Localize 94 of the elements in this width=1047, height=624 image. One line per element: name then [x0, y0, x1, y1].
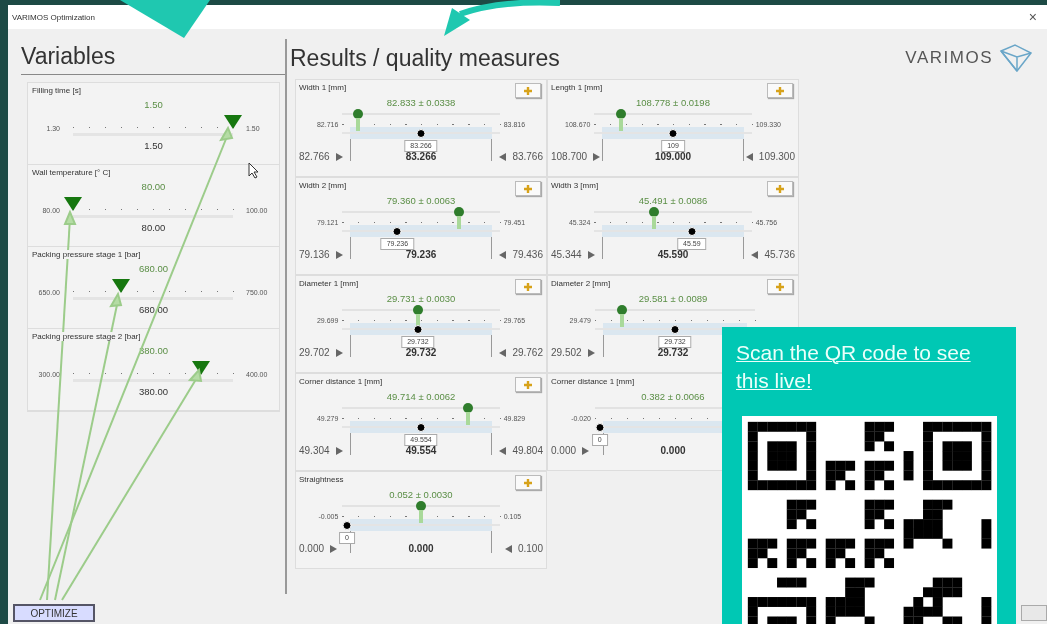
plus-icon	[523, 477, 533, 488]
variable-label: Packing pressure stage 1 [bar]	[32, 250, 141, 259]
target-value: 45.590	[657, 249, 689, 260]
triangle-icon	[335, 152, 343, 161]
result-label: Width 1 [mm]	[299, 83, 347, 92]
result-reading: 0.382 ± 0.0066	[641, 391, 705, 402]
result-label: Corner distance 1 [mm]	[551, 377, 635, 386]
upper-limit: 79.436	[512, 249, 543, 260]
triangle-icon	[499, 446, 507, 455]
result-label: Corner distance 1 [mm]	[299, 377, 383, 386]
close-button[interactable]: ×	[1024, 9, 1041, 25]
variable-value: 680.00	[138, 263, 169, 274]
target-dot[interactable]	[595, 423, 605, 432]
triangle-icon	[499, 348, 507, 357]
triangle-icon	[499, 250, 507, 259]
plus-icon	[523, 183, 533, 194]
result-reading: 45.491 ± 0.0086	[638, 195, 708, 206]
triangle-icon	[582, 446, 590, 455]
result-label: Diameter 2 [mm]	[551, 279, 611, 288]
result-reading: 29.731 ± 0.0030	[386, 293, 456, 304]
window-title: VARIMOS Optimization	[12, 12, 95, 22]
target-value: 0.000	[660, 445, 686, 456]
lower-limit: 82.766	[299, 151, 330, 162]
triangle-icon	[593, 152, 601, 161]
panel-title: Variables	[21, 43, 116, 69]
current-value: 380.00	[138, 386, 169, 397]
target-dot[interactable]	[342, 521, 352, 530]
optimize-button[interactable]: OPTIMIZE	[13, 604, 95, 622]
triangle-icon	[335, 348, 343, 357]
lower-limit: 49.304	[299, 445, 330, 456]
target-dot[interactable]	[670, 325, 680, 334]
upper-limit: 83.766	[512, 151, 543, 162]
lower-limit: 108.700	[551, 151, 588, 162]
target-dot[interactable]	[416, 423, 426, 432]
target-value: 0.000	[408, 543, 434, 554]
lower-limit: 29.702	[299, 347, 330, 358]
triangle-icon	[335, 250, 343, 259]
triangle-icon	[504, 544, 512, 553]
variable-label: Filling time [s]	[32, 86, 81, 95]
triangle-icon	[499, 152, 507, 161]
result-reading: 79.360 ± 0.0063	[386, 195, 456, 206]
result-reading: 82.833 ± 0.0338	[386, 97, 456, 108]
lower-limit: 45.344	[551, 249, 582, 260]
lower-limit: 0.000	[551, 445, 577, 456]
result-label: Diameter 1 [mm]	[299, 279, 359, 288]
target-value: 79.236	[405, 249, 437, 260]
target-value: 83.266	[405, 151, 437, 162]
result-label: Straightness	[299, 475, 344, 484]
variable-label: Packing pressure stage 2 [bar]	[32, 332, 141, 341]
plus-icon	[523, 379, 533, 390]
triangle-icon	[587, 348, 595, 357]
lower-limit: 79.136	[299, 249, 330, 260]
variable-value: 80.00	[141, 181, 166, 192]
triangle-icon	[751, 250, 759, 259]
variable-value: 1.50	[144, 99, 163, 110]
target-dot[interactable]	[416, 129, 426, 138]
target-value: 49.554	[405, 445, 437, 456]
logo-text: VARIMOS	[905, 48, 993, 68]
variable-label: Wall temperature [° C]	[32, 168, 111, 177]
result-reading: 108.778 ± 0.0198	[636, 97, 710, 108]
upper-limit: 45.736	[764, 249, 795, 260]
target-value: 29.732	[405, 347, 437, 358]
upper-limit: 0.100	[517, 543, 543, 554]
panel-title: Results / quality measures	[290, 44, 560, 72]
triangle-icon	[587, 250, 595, 259]
current-value: 80.00	[141, 222, 166, 233]
target-dot[interactable]	[687, 227, 697, 236]
plus-icon	[775, 85, 785, 96]
result-label: Width 2 [mm]	[299, 181, 347, 190]
current-value: 1.50	[144, 140, 163, 151]
target-value: 29.732	[657, 347, 689, 358]
result-label: Length 1 [mm]	[551, 83, 603, 92]
upper-limit: 109.300	[758, 151, 795, 162]
result-reading: 29.581 ± 0.0089	[638, 293, 708, 304]
result-reading: 49.714 ± 0.0062	[386, 391, 456, 402]
plus-icon	[523, 85, 533, 96]
target-dot[interactable]	[413, 325, 423, 334]
triangle-icon	[330, 544, 338, 553]
plus-icon	[775, 281, 785, 292]
result-reading: 0.052 ± 0.0030	[389, 489, 453, 500]
target-dot[interactable]	[392, 227, 402, 236]
target-dot[interactable]	[668, 129, 678, 138]
result-label: Width 3 [mm]	[551, 181, 599, 190]
plus-icon	[775, 183, 785, 194]
lower-limit: 29.502	[551, 347, 582, 358]
target-value: 109.000	[654, 151, 692, 162]
triangle-icon	[335, 446, 343, 455]
plus-icon	[523, 281, 533, 292]
upper-limit: 29.762	[512, 347, 543, 358]
lower-limit: 0.000	[299, 543, 325, 554]
upper-limit: 49.804	[512, 445, 543, 456]
current-value: 680.00	[138, 304, 169, 315]
cube-icon	[997, 43, 1035, 73]
triangle-icon	[745, 152, 753, 161]
